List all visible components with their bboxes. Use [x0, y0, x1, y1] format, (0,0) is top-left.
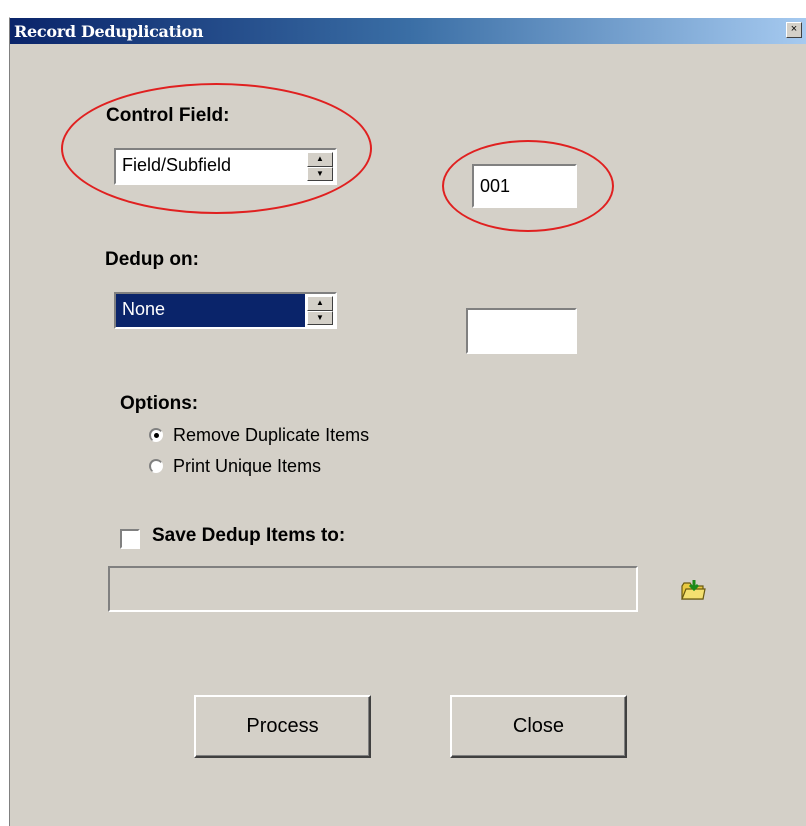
control-field-label: Control Field: [106, 105, 230, 126]
dedup-on-value: None [122, 299, 166, 319]
option-print-unique-label: Print Unique Items [173, 456, 322, 476]
dedup-dialog: Record Deduplication × Control Field: Fi… [9, 17, 806, 826]
dedup-on-input[interactable] [466, 308, 577, 354]
control-field-spinner[interactable]: Field/Subfield ▲ ▼ [114, 148, 337, 185]
window-title: Record Deduplication [14, 22, 204, 41]
radio-unchecked-icon[interactable] [149, 459, 163, 473]
save-dedup-checkbox[interactable] [120, 529, 140, 549]
spin-up-icon[interactable]: ▲ [307, 296, 333, 311]
title-bar[interactable]: Record Deduplication × [10, 18, 806, 44]
process-button[interactable]: Process [194, 695, 371, 758]
control-field-value: Field/Subfield [122, 155, 232, 175]
dedup-on-spinner[interactable]: None ▲ ▼ [114, 292, 337, 329]
spin-down-icon[interactable]: ▼ [307, 166, 333, 181]
close-button[interactable]: Close [450, 695, 627, 758]
radio-checked-icon[interactable] [149, 428, 163, 442]
options-label: Options: [120, 393, 199, 414]
spin-down-icon[interactable]: ▼ [307, 310, 333, 325]
save-path-input[interactable] [108, 566, 638, 612]
control-field-tag-input[interactable]: 001 [472, 164, 577, 208]
dedup-on-label: Dedup on: [105, 249, 199, 270]
folder-open-icon[interactable] [680, 578, 706, 602]
save-dedup-label: Save Dedup Items to: [152, 525, 346, 546]
spin-up-icon[interactable]: ▲ [307, 152, 333, 167]
window-close-button[interactable]: × [786, 22, 802, 38]
dedup-on-spin-buttons: ▲ ▼ [307, 296, 333, 325]
option-remove-duplicates-label: Remove Duplicate Items [173, 425, 370, 445]
control-field-tag-value: 001 [480, 176, 511, 196]
control-field-spin-buttons: ▲ ▼ [307, 152, 333, 181]
